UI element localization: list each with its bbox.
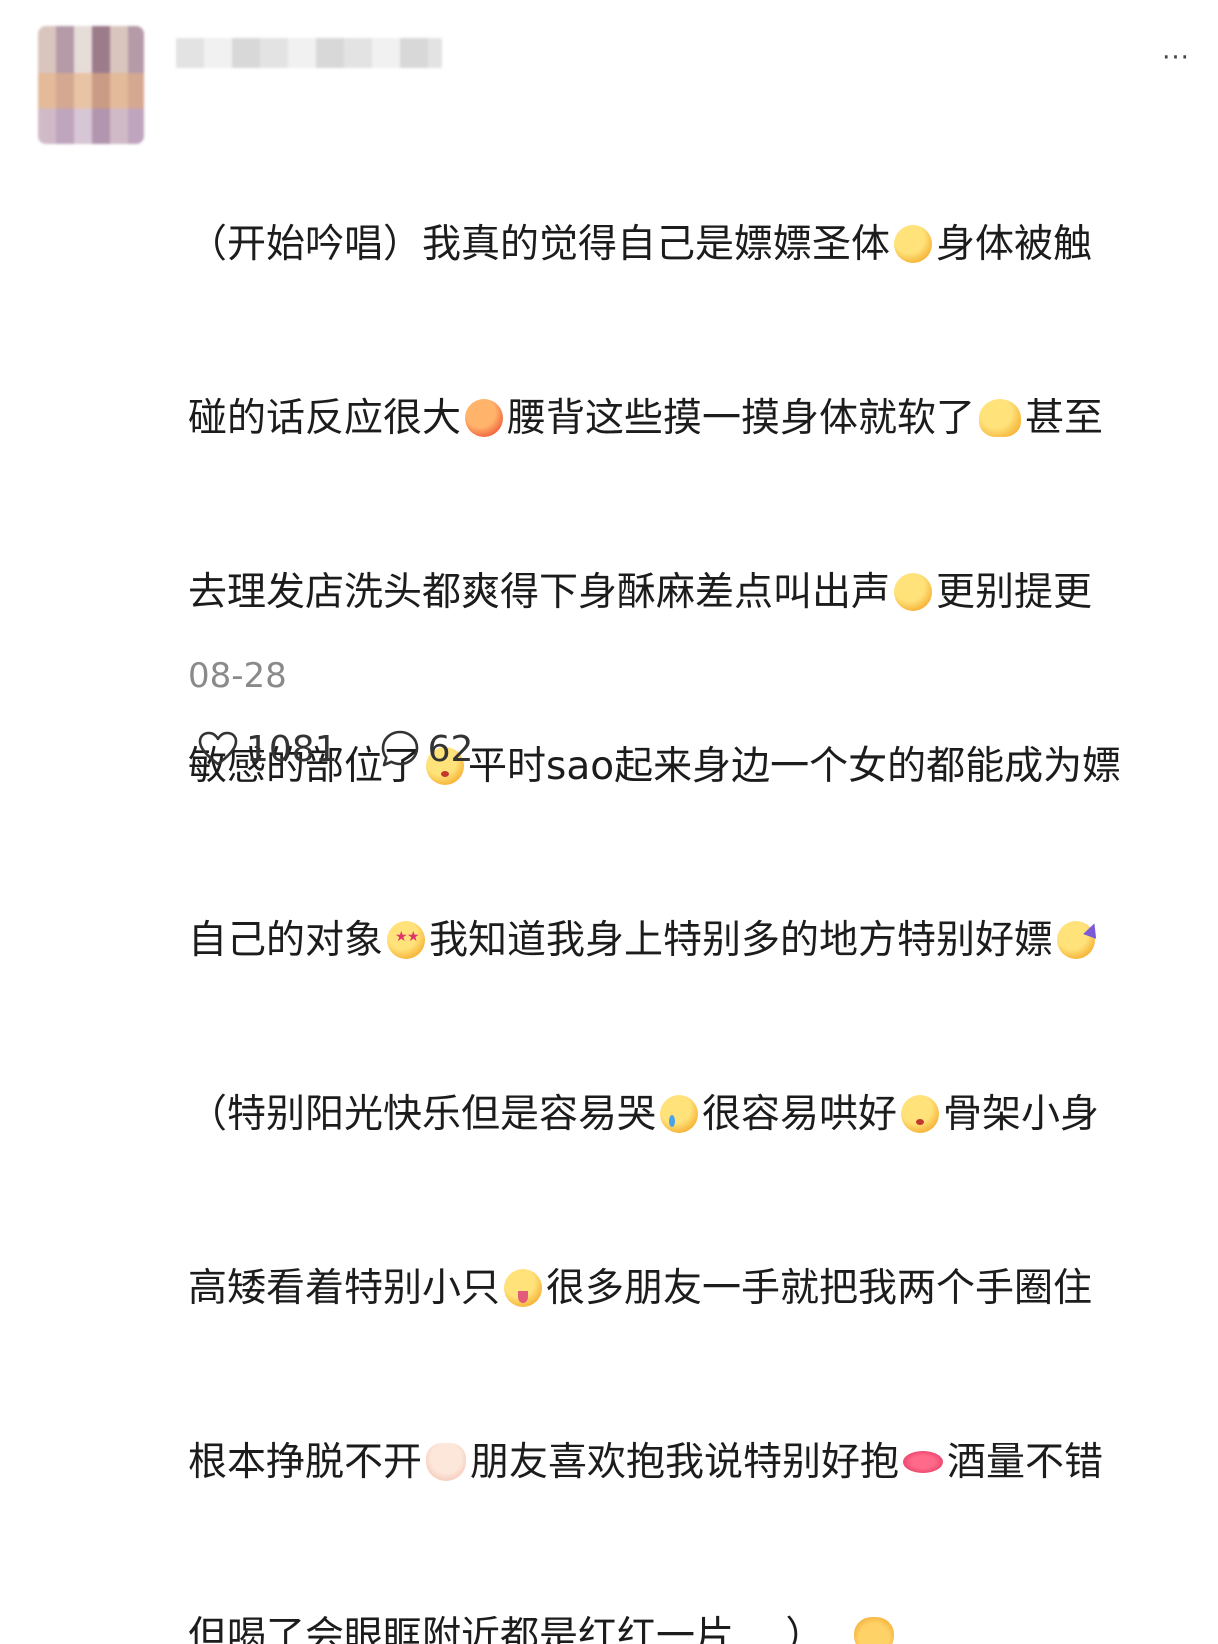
- crying-face-icon: [660, 1095, 699, 1133]
- heart-eyes-cat-icon: [854, 1617, 895, 1644]
- post-line: 根本挣脱不开 朋友喜欢抱我说特别好抱 酒量不错: [188, 1434, 1204, 1492]
- post-text-segment: 骨架小身: [943, 1092, 1100, 1137]
- post-text-segment: （开始吟唱）我真的觉得自己是嫖嫖圣体: [188, 222, 891, 267]
- comment-icon: [381, 730, 418, 767]
- shushing-face-icon: [894, 573, 933, 611]
- post-text-segment: 自己的对象: [188, 918, 384, 963]
- pleading-face-icon: [894, 225, 933, 263]
- action-bar: 1081 62: [198, 726, 473, 772]
- post-text-segment: 很多朋友一手就把我两个手圈住: [546, 1266, 1093, 1311]
- post-line: 去理发店洗头都爽得下身酥麻差点叫出声 更别提更: [188, 564, 1204, 622]
- post-line: 但喝了会眼眶附近都是红红一片….）: [188, 1608, 1204, 1644]
- lips-icon: [903, 1451, 944, 1473]
- post-text-segment: 我知道我身上特别多的地方特别好嫖: [429, 918, 1054, 963]
- post-text-segment: 朋友喜欢抱我说特别好抱: [470, 1440, 900, 1485]
- like-count: 1081: [246, 728, 338, 770]
- post-text-segment: 根本挣脱不开: [188, 1440, 423, 1485]
- post-text-segment: （特别阳光快乐但是容易哭: [188, 1092, 657, 1137]
- post-text-segment: 甚至: [1025, 396, 1104, 441]
- post-line: 碰的话反应很大 腰背这些摸一摸身体就软了 甚至: [188, 390, 1204, 448]
- post-text-segment: 更别提更: [936, 570, 1093, 615]
- comment-count: 62: [427, 728, 474, 770]
- post-line: （特别阳光快乐但是容易哭 很容易哄好 骨架小身: [188, 1086, 1204, 1144]
- post-text-segment: 去理发店洗头都爽得下身酥麻差点叫出声: [188, 570, 891, 615]
- post-text-segment: 很容易哄好: [702, 1092, 898, 1137]
- post-line: 高矮看着特别小只 很多朋友一手就把我两个手圈住: [188, 1260, 1204, 1318]
- post-line: 自己的对象我知道我身上特别多的地方特别好嫖: [188, 912, 1204, 970]
- avatar[interactable]: [38, 26, 144, 144]
- comment-button[interactable]: 62: [380, 728, 474, 770]
- star-struck-icon: [387, 921, 426, 959]
- post-text-segment: 腰背这些摸一摸身体就软了: [507, 396, 976, 441]
- post-text-segment: 酒量不错: [947, 1440, 1104, 1485]
- username[interactable]: [176, 38, 442, 68]
- melting-face-icon: [979, 399, 1022, 437]
- like-button[interactable]: 1081: [198, 729, 338, 770]
- more-options-button[interactable]: ···: [1150, 45, 1202, 71]
- post-text-segment: 高矮看着特别小只: [188, 1266, 501, 1311]
- kissing-closed-eyes-icon: [901, 1095, 940, 1133]
- post-line: （开始吟唱）我真的觉得自己是嫖嫖圣体 身体被触: [188, 216, 1204, 274]
- post-text-segment: 身体被触: [936, 222, 1093, 267]
- hot-face-icon: [465, 399, 504, 437]
- heart-icon: [198, 731, 238, 766]
- post-text-segment: 碰的话反应很大: [188, 396, 462, 441]
- post-timestamp: 08-28: [188, 656, 287, 696]
- post-text-segment: 但喝了会眼眶附近都是红红一片….）: [188, 1614, 825, 1644]
- partying-face-icon: [1057, 921, 1096, 959]
- post-text: （开始吟唱）我真的觉得自己是嫖嫖圣体 身体被触 碰的话反应很大 腰背这些摸一摸身体就…: [188, 100, 1204, 1644]
- open-hands-icon: [426, 1443, 467, 1481]
- zany-tongue-face-icon: [504, 1269, 543, 1307]
- post-text-segment: 平时sao起来身边一个女的都能成为嫖: [468, 744, 1122, 789]
